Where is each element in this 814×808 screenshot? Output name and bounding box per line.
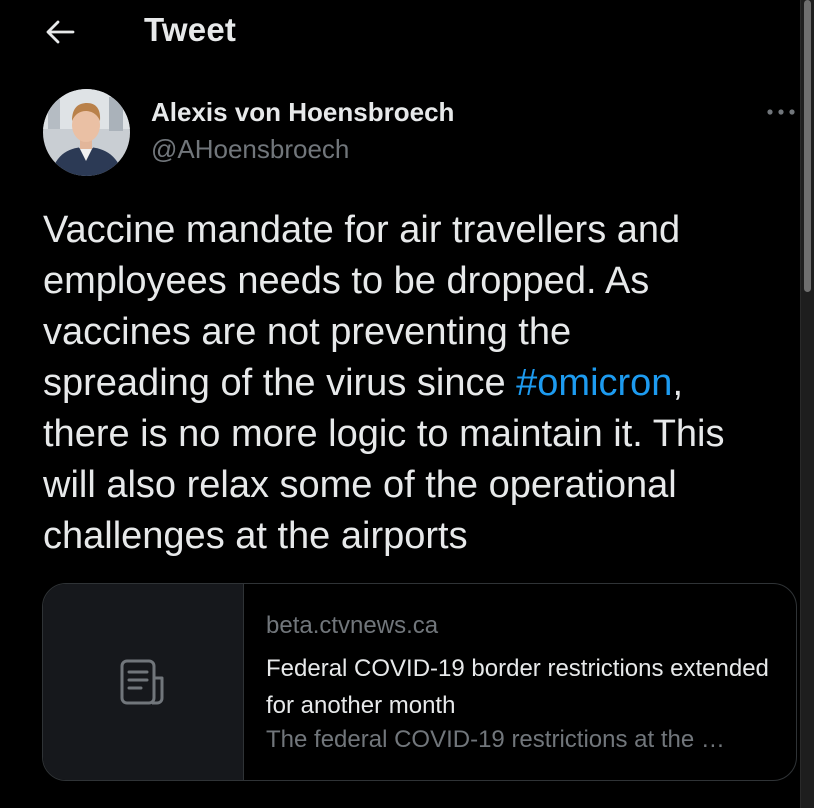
card-description: The federal COVID-19 restrictions at the… — [266, 726, 725, 753]
tweet-page: Tweet Alexis von Hoensbroech @AHoensbroe… — [0, 0, 814, 808]
arrow-left-icon — [46, 20, 75, 44]
scrollbar-thumb[interactable] — [804, 0, 811, 292]
page-title: Tweet — [144, 11, 237, 48]
card-media — [43, 584, 244, 780]
header: Tweet — [0, 0, 800, 64]
card-domain: beta.ctvnews.ca — [266, 612, 439, 639]
back-button[interactable] — [38, 12, 82, 52]
document-icon — [120, 659, 164, 705]
author-name[interactable]: Alexis von Hoensbroech — [151, 97, 454, 128]
author-handle[interactable]: @AHoensbroech — [151, 134, 349, 165]
avatar[interactable] — [43, 89, 130, 176]
hashtag-link[interactable]: #omicron — [516, 362, 672, 404]
link-preview-card[interactable]: beta.ctvnews.ca Federal COVID-19 border … — [42, 583, 797, 781]
card-title: Federal COVID-19 border restrictions ext… — [266, 655, 769, 719]
tweet-text: Vaccine mandate for air travellers and e… — [43, 205, 808, 562]
more-options-button[interactable] — [764, 100, 798, 124]
user-avatar-image — [43, 89, 130, 176]
more-horizontal-icon — [767, 109, 795, 115]
